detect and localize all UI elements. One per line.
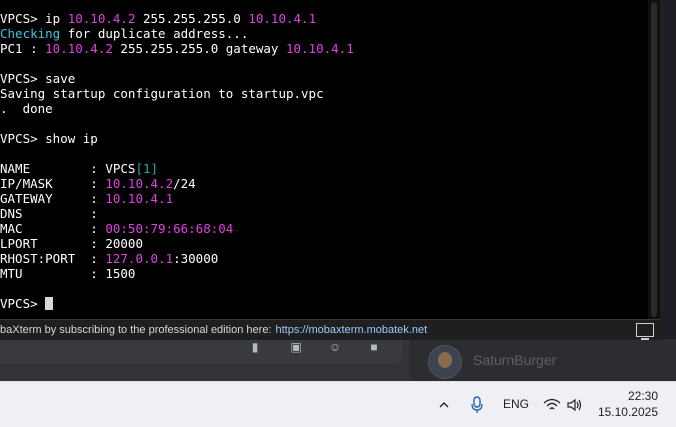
- status-link[interactable]: https://mobaxterm.mobatek.net: [276, 324, 428, 336]
- terminal-text: 255.255.255.0 gateway: [112, 41, 286, 56]
- taskbar: ENG 22:30 15.10.2025: [0, 381, 676, 427]
- terminal-line: VPCS> show ip: [0, 131, 648, 146]
- avatar[interactable]: [428, 345, 462, 379]
- terminal-text: 10.10.4.1: [285, 41, 354, 56]
- terminal-text: MTU : 1500: [0, 266, 136, 281]
- terminal-text: VPCS> ip: [0, 11, 68, 26]
- terminal-text: for duplicate address...: [60, 26, 249, 41]
- terminal-text: NAME : VPCS: [0, 161, 136, 176]
- screen-icon[interactable]: [636, 323, 654, 340]
- terminal-text: MAC :: [0, 221, 106, 236]
- status-message-text: baXterm by subscribing to the profession…: [0, 324, 272, 336]
- sticker-icon[interactable]: ▣: [288, 340, 304, 354]
- terminal-text: VPCS> show ip: [0, 131, 98, 146]
- terminal-text: DNS :: [0, 206, 106, 221]
- terminal-text: 10.10.4.2: [105, 176, 174, 191]
- status-message: baXterm by subscribing to the profession…: [0, 320, 427, 340]
- terminal-line: MTU : 1500: [0, 266, 648, 281]
- terminal-text: Saving startup configuration to startup.…: [0, 86, 324, 101]
- status-bar: baXterm by subscribing to the profession…: [0, 319, 660, 340]
- terminal-text: IP/MASK :: [0, 176, 106, 191]
- emoji-icon[interactable]: ☺: [327, 340, 343, 354]
- terminal-line: VPCS> ip 10.10.4.2 255.255.255.0 10.10.4…: [0, 11, 648, 26]
- terminal-line: LPORT : 20000: [0, 236, 648, 251]
- terminal-line: DNS :: [0, 206, 648, 221]
- terminal-line: IP/MASK : 10.10.4.2/24: [0, 176, 648, 191]
- terminal-text: . done: [0, 101, 53, 116]
- gamepad-icon[interactable]: ■: [366, 340, 382, 354]
- terminal-text: /24: [173, 176, 196, 191]
- terminal-line: PC1 : 10.10.4.2 255.255.255.0 gateway 10…: [0, 41, 648, 56]
- gif-icon[interactable]: ▮: [247, 340, 263, 354]
- terminal-line: . done: [0, 101, 648, 116]
- terminal-text: 10.10.4.2: [67, 11, 136, 26]
- terminal-text: 255.255.255.0: [135, 11, 249, 26]
- chevron-up-icon[interactable]: [438, 382, 450, 427]
- clock-date: 15.10.2025: [597, 405, 658, 419]
- wifi-icon[interactable]: [543, 382, 561, 427]
- clock-time: 22:30: [627, 389, 658, 403]
- terminal-text: GATEWAY :: [0, 191, 106, 206]
- terminal-text: 10.10.4.1: [248, 11, 317, 26]
- terminal-text: VPCS>: [0, 296, 46, 311]
- terminal-line: Checking for duplicate address...: [0, 26, 648, 41]
- terminal-text: 127.0.0.1: [105, 251, 174, 266]
- terminal-window[interactable]: VPCS> ip 10.10.4.2 255.255.255.0 10.10.4…: [0, 0, 660, 319]
- terminal-line: GATEWAY : 10.10.4.1: [0, 191, 648, 206]
- terminal-text: RHOST:PORT :: [0, 251, 106, 266]
- terminal-text: 10.10.4.2: [45, 41, 113, 56]
- terminal-text: :30000: [173, 251, 219, 266]
- terminal-cursor: [45, 297, 54, 310]
- terminal-text: VPCS> save: [0, 71, 76, 86]
- terminal-line: VPCS> save: [0, 71, 648, 86]
- speaker-icon[interactable]: [567, 382, 583, 427]
- terminal-line: VPCS>: [0, 296, 648, 311]
- system-clock[interactable]: 22:30 15.10.2025: [598, 388, 658, 420]
- terminal-scrollbar[interactable]: [648, 0, 660, 319]
- language-indicator[interactable]: ENG: [503, 382, 529, 427]
- scrollbar-thumb[interactable]: [651, 2, 657, 317]
- member-name[interactable]: SaturnBurger: [473, 352, 556, 368]
- terminal-output: VPCS> ip 10.10.4.2 255.255.255.0 10.10.4…: [0, 11, 648, 311]
- terminal-text: 00:50:79:66:68:04: [105, 221, 234, 236]
- terminal-text: PC1 :: [0, 41, 46, 56]
- terminal-text: [1]: [135, 161, 159, 176]
- terminal-line: RHOST:PORT : 127.0.0.1:30000: [0, 251, 648, 266]
- microphone-icon[interactable]: [470, 382, 484, 427]
- background-window-edge: [660, 0, 676, 339]
- terminal-line: MAC : 00:50:79:66:68:04: [0, 221, 648, 236]
- terminal-text: LPORT : 20000: [0, 236, 143, 251]
- terminal-text: Checking: [0, 26, 61, 41]
- terminal-line: NAME : VPCS[1]: [0, 161, 648, 176]
- terminal-text: 10.10.4.1: [105, 191, 174, 206]
- terminal-line: Saving startup configuration to startup.…: [0, 86, 648, 101]
